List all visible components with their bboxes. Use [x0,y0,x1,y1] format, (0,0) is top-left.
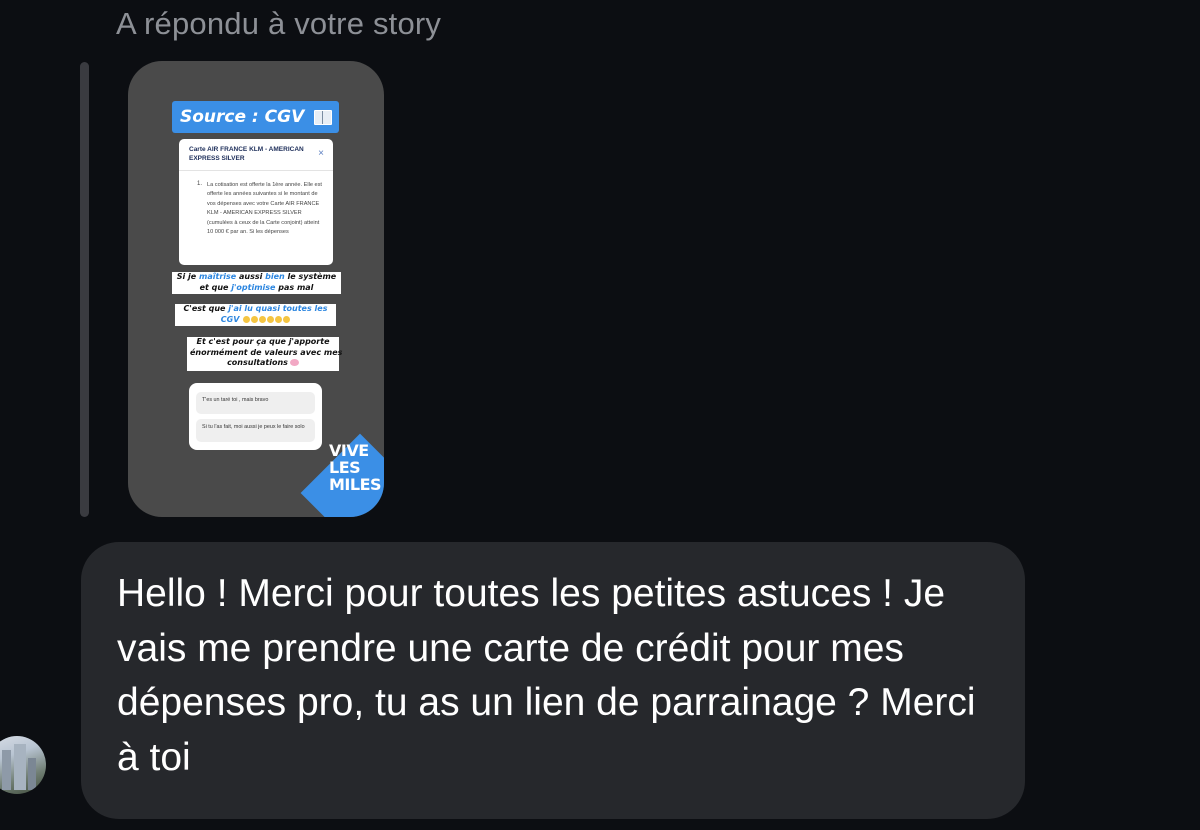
avatar[interactable] [0,736,46,794]
sticker-text: aussi [236,272,266,281]
laughing-emoji-icon [259,315,267,323]
vive-les-miles-logo: VIVE LES MILES [329,441,382,494]
laughing-emoji-icon [283,315,291,323]
reply-header: A répondu à votre story [116,6,442,41]
sticker-text: Et c'est pour ça que j'apporte [196,337,330,346]
logo-line: LES [329,458,361,477]
sticker-text: et que [199,282,232,292]
sticker-text-3: Et c'est pour ça que j'apporte énormémen… [187,337,343,371]
brain-icon [289,359,299,366]
cgv-card-separator [179,170,333,171]
story-quote-bar [80,62,89,517]
sticker-text-2: C'est que j'ai lu quasi toutes les CGV [175,304,336,326]
close-icon: × [318,148,324,159]
sticker-text: Si je [176,272,200,281]
sticker-highlight: j'optimise [231,282,276,292]
sticker-text: consultations [227,358,288,367]
sticker-text: le système [284,272,337,281]
message-text: Hello ! Merci pour toutes les petites as… [117,572,976,779]
sticker-highlight: bien [265,272,285,281]
logo-line: MILES [329,475,382,494]
avatar-building [2,750,11,790]
sticker-highlight: maîtrise [199,272,237,281]
questions-box: T'es un taré toi , mais bravo Si tu l'as… [189,383,322,450]
laughing-emoji-icon [243,315,251,323]
laughing-emoji-icon [267,315,275,323]
sticker-highlight: CGV [220,314,240,324]
sticker-text-1: Si je maîtrise aussi bien le système et … [172,272,341,294]
cgv-item-number: 1. [197,181,203,187]
book-icon [314,109,333,125]
laughing-emoji-icon [251,315,259,323]
avatar-building [14,744,26,790]
story-preview[interactable]: Source : CGV Carte AIR FRANCE KLM - AMER… [128,61,384,517]
source-banner: Source : CGV [172,101,339,133]
question-item: T'es un taré toi , mais bravo [196,392,315,414]
sticker-highlight: j'ai lu quasi toutes les [228,304,328,313]
laughing-emoji-icon [275,315,283,323]
cgv-card-body: La cotisation est offerte la 1ère année.… [207,182,322,236]
sticker-text: énormément de valeurs avec mes [190,347,343,357]
logo-line: VIVE [329,441,369,460]
source-banner-label: Source : CGV [180,107,305,127]
cgv-card-title: Carte AIR FRANCE KLM - AMERICAN EXPRESS … [189,146,304,162]
cgv-card: Carte AIR FRANCE KLM - AMERICAN EXPRESS … [179,139,333,265]
sticker-text: pas mal [275,282,314,292]
sticker-text: C'est que [183,304,229,313]
avatar-building [28,758,36,790]
question-item: Si tu l'as fait, moi aussi je peux le fa… [196,419,315,442]
